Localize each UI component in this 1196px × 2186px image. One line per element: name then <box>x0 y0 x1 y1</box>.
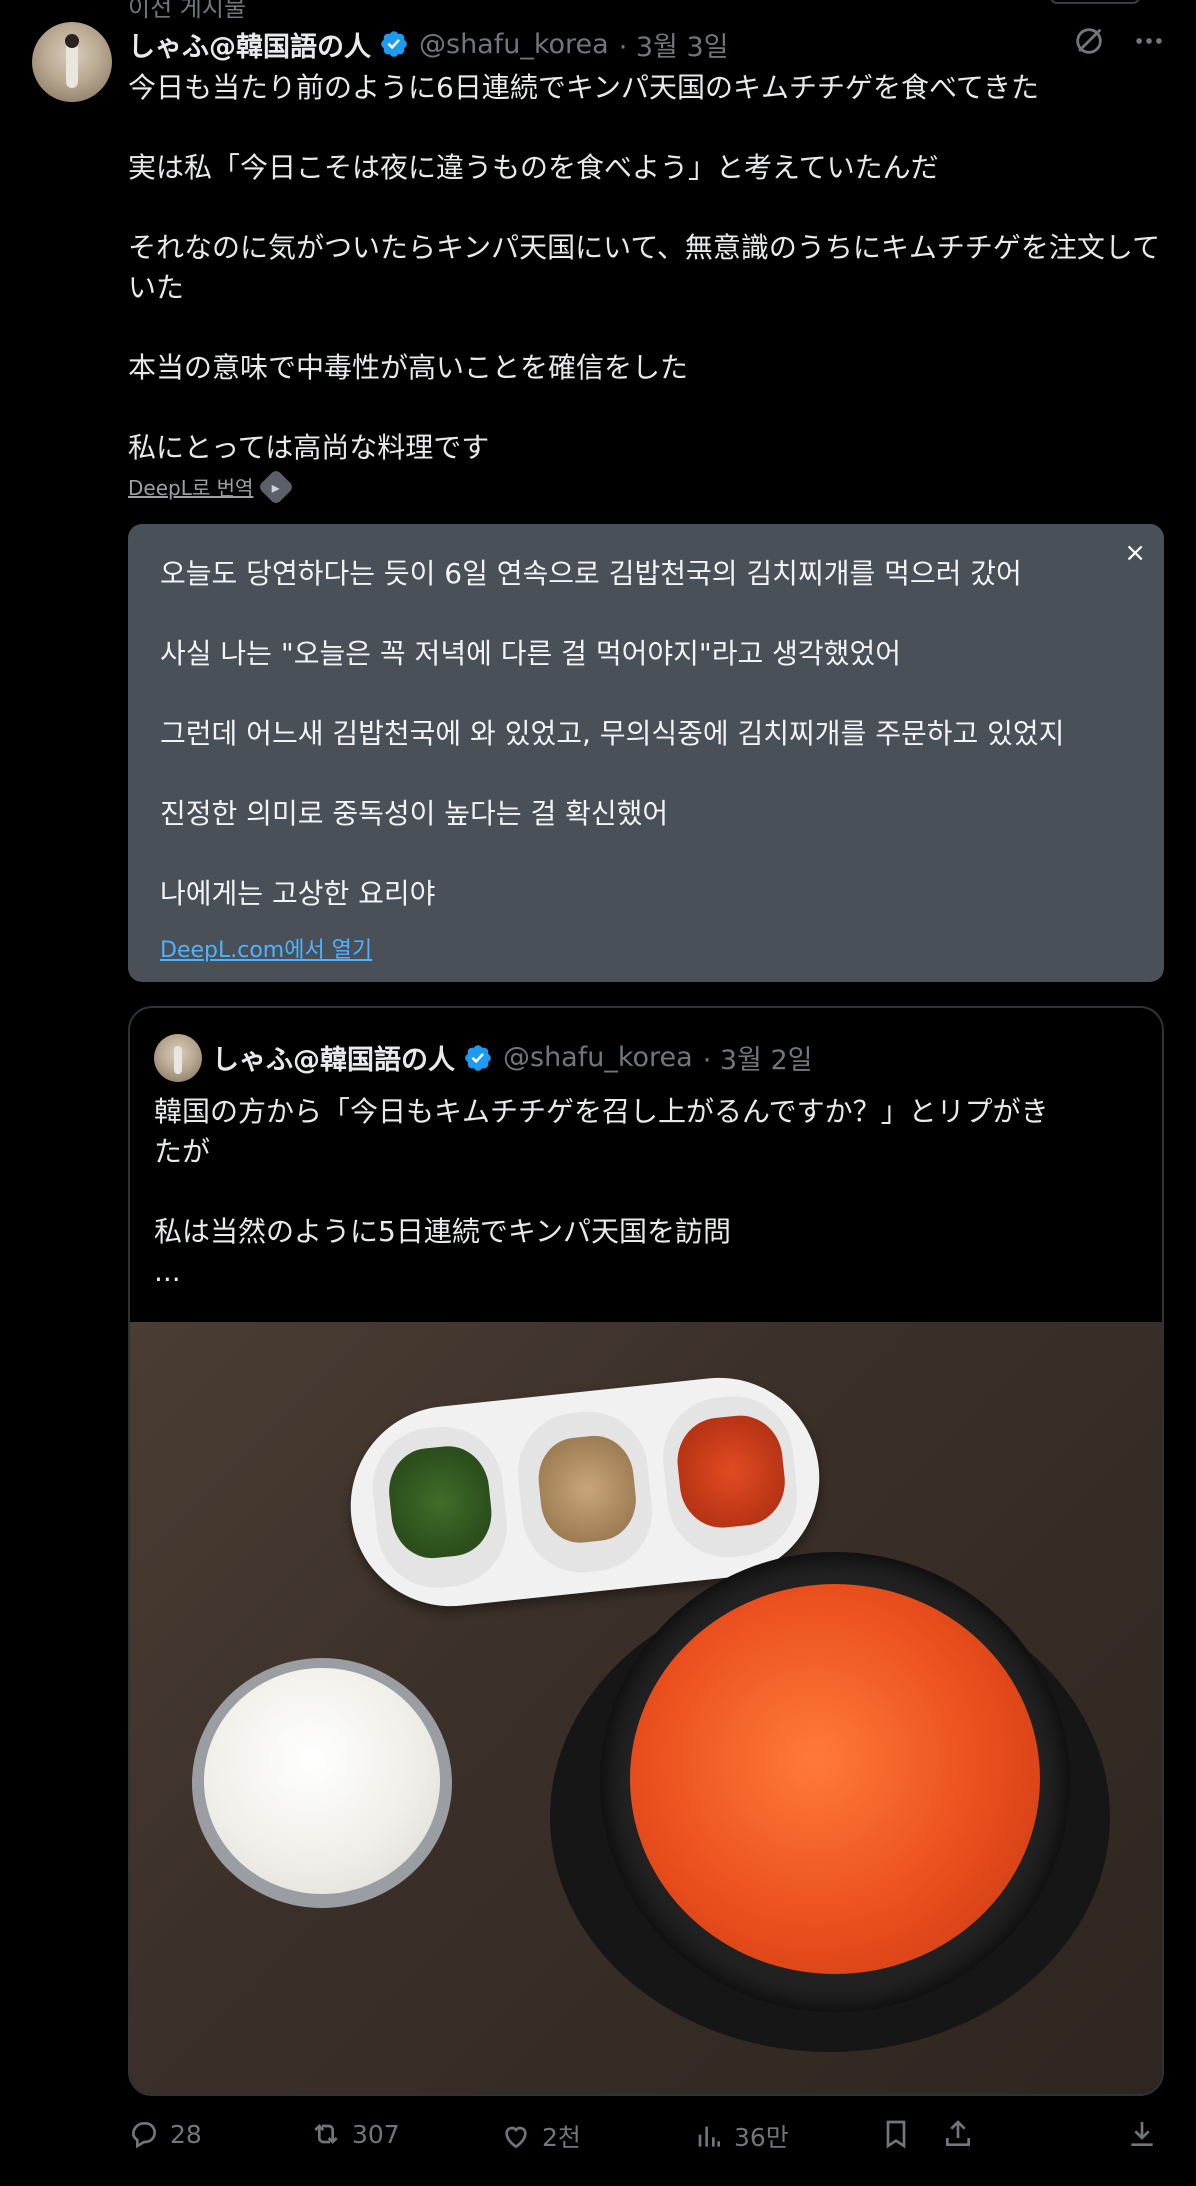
translation-panel: × 오늘도 당연하다는 듯이 6일 연속으로 김밥천국의 김치찌개를 먹으러 갔… <box>128 524 1164 982</box>
verified-badge-icon <box>381 31 407 57</box>
like-button[interactable]: 2천 <box>500 2118 581 2154</box>
rice-bowl <box>192 1658 452 1908</box>
grok-icon[interactable] <box>1072 24 1106 58</box>
open-deepl-link[interactable]: DeepL.com에서 열기 <box>160 932 372 964</box>
tweet-paragraph: 実は私「今日こそは夜に違うものを食べよう」と考えていたんだ <box>128 151 939 184</box>
more-options-icon[interactable] <box>1132 24 1166 58</box>
post-date[interactable]: · 3월 3일 <box>619 25 729 64</box>
close-icon[interactable]: × <box>1124 538 1146 568</box>
tweet-body: 今日も当たり前のように6日連続でキンパ天国のキムチチゲを食べてきた 実は私「今日… <box>128 68 1168 468</box>
tweet-paragraph: 今日も当たり前のように6日連続でキンパ天国のキムチチゲを食べてきた <box>128 71 1040 104</box>
tweet-paragraph: 本当の意味で中毒性が高いことを確信をした <box>128 351 689 384</box>
translation-paragraph: 그런데 어느새 김밥천국에 와 있었고, 무의식중에 김치찌개를 주문하고 있었… <box>160 717 1065 750</box>
translate-row: DeepL로 번역 ▸ <box>128 468 295 505</box>
author-handle[interactable]: @shafu_korea <box>419 29 609 60</box>
quote-line <box>154 1172 1134 1212</box>
bookmark-button[interactable] <box>880 2118 912 2150</box>
quote-line: ... <box>154 1255 181 1288</box>
like-count: 2천 <box>542 2123 581 2152</box>
author-name[interactable]: しゃふ@韓国語の人 <box>128 25 371 64</box>
food-photo[interactable] <box>130 1322 1162 2094</box>
retweet-count: 307 <box>352 2119 400 2149</box>
download-icon <box>1131 2122 1153 2146</box>
rice <box>204 1668 440 1894</box>
quote-line: 私は当然のように5日連続でキンパ天国を訪問 <box>154 1215 731 1248</box>
action-bar: 28 307 2천 36만 <box>128 2118 1168 2166</box>
reply-button[interactable]: 28 <box>128 2118 202 2150</box>
quote-author-handle[interactable]: @shafu_korea <box>503 1042 693 1073</box>
views-button[interactable]: 36만 <box>692 2118 789 2154</box>
quote-line: 韓国の方から「今日もキムチチゲを召し上がるんですか？」とリプがき <box>154 1095 1049 1128</box>
views-count: 36만 <box>734 2123 789 2152</box>
quote-author-name[interactable]: しゃふ@韓国語の人 <box>212 1038 455 1077</box>
translation-paragraph: 나에게는 고상한 요리야 <box>160 877 436 910</box>
tweet-header: しゃふ@韓国語の人 @shafu_korea · 3월 3일 <box>128 24 729 64</box>
deepl-logo-icon: ▸ <box>258 468 295 505</box>
top-icons <box>1072 24 1166 58</box>
translation-paragraph: 오늘도 당연하다는 듯이 6일 연속으로 김밥천국의 김치찌개를 먹으러 갔어 <box>160 557 1022 590</box>
tweet-paragraph: 私にとっては高尚な料理です <box>128 431 490 464</box>
heart-icon <box>505 2126 527 2149</box>
translation-paragraph: 사실 나는 "오늘은 꼭 저녁에 다른 걸 먹어야지"라고 생각했었어 <box>160 637 901 670</box>
retweet-icon <box>314 2124 338 2144</box>
quoted-tweet[interactable]: しゃふ@韓国語の人 @shafu_korea · 3월 2일 韓国の方から「今日… <box>128 1006 1164 2096</box>
quote-avatar-figure <box>174 1046 182 1074</box>
translate-link[interactable]: DeepL로 번역 <box>128 472 253 501</box>
avatar[interactable] <box>32 22 112 102</box>
kimchi-stew <box>630 1584 1040 1974</box>
analytics-icon <box>698 2126 720 2147</box>
quote-avatar[interactable] <box>154 1034 202 1082</box>
reply-icon <box>131 2122 157 2149</box>
bookmark-icon <box>886 2120 906 2149</box>
retweet-button[interactable]: 307 <box>310 2118 400 2150</box>
avatar-head <box>65 34 79 48</box>
share-button[interactable] <box>942 2118 974 2150</box>
quote-line: たが <box>154 1135 211 1168</box>
tweet-paragraph: それなのに気がついたらキンパ天国にいて、無意識のうちにキムチチゲを注文していた <box>128 231 1161 304</box>
quote-header: しゃふ@韓国語の人 @shafu_korea · 3월 2일 <box>212 1038 813 1077</box>
reply-count: 28 <box>170 2119 202 2149</box>
quote-body: 韓国の方から「今日もキムチチゲを召し上がるんですか？」とリプがき たが 私は当然… <box>154 1092 1134 1292</box>
translation-paragraph: 진정한 의미로 중독성이 높다는 걸 확신했어 <box>160 797 669 830</box>
previous-post-label[interactable]: 이전 게시물 <box>128 0 246 23</box>
verified-badge-icon <box>465 1044 491 1071</box>
share-icon <box>946 2120 970 2146</box>
avatar-figure <box>66 42 78 88</box>
quote-date[interactable]: · 3월 2일 <box>703 1038 813 1077</box>
top-pill-button[interactable] <box>1050 0 1140 4</box>
download-button[interactable] <box>1126 2118 1158 2150</box>
